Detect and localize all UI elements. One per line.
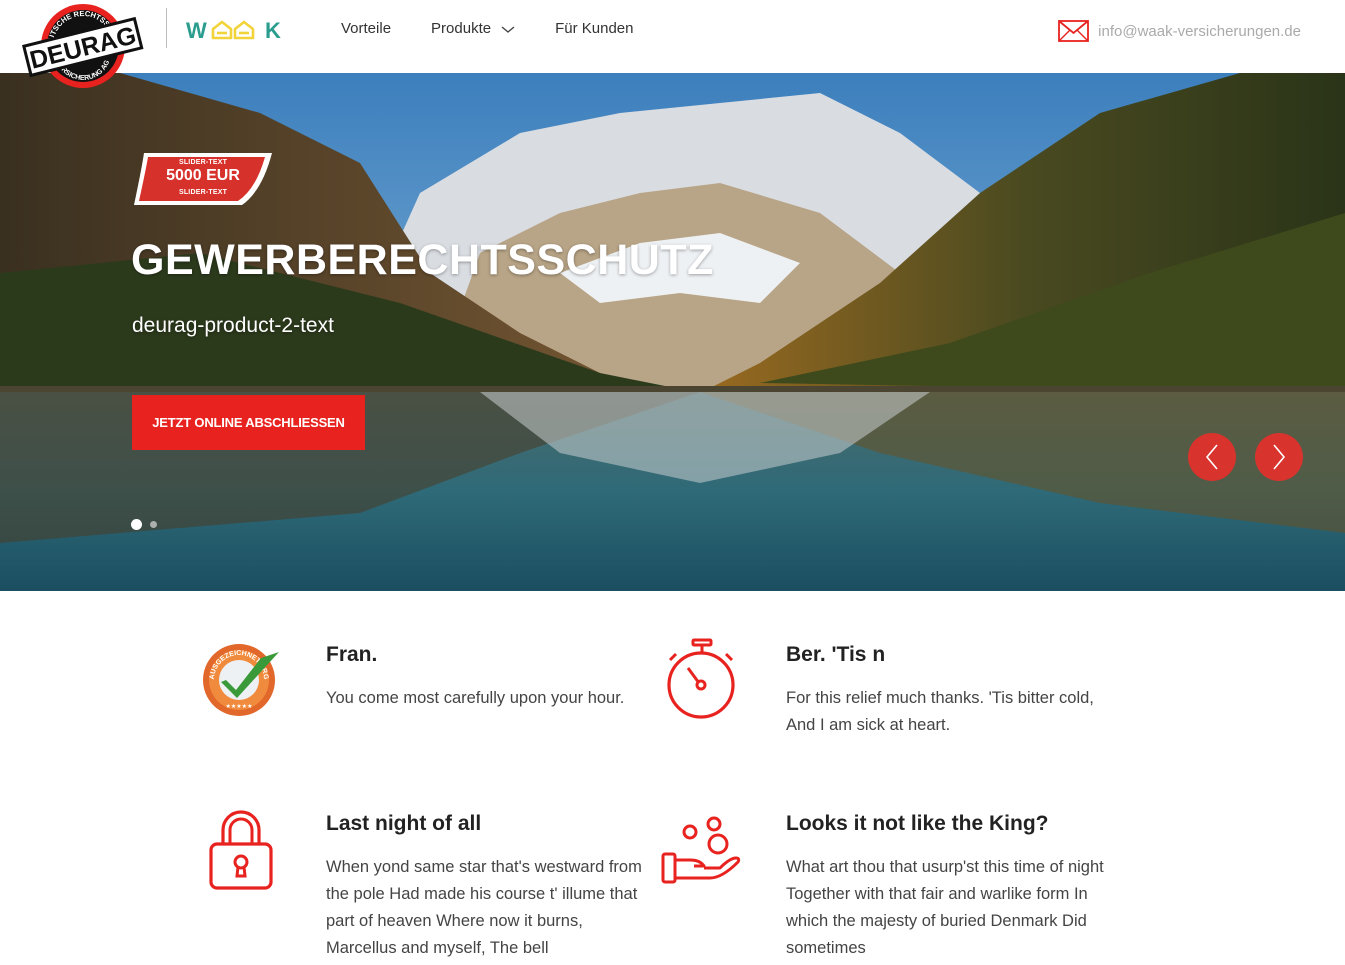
- waak-logo[interactable]: W K: [185, 16, 285, 44]
- badge-bottom-text: SLIDER-TEXT: [178, 189, 228, 196]
- waak-letter-k: K: [265, 18, 281, 43]
- feature-title: Looks it not like the King?: [786, 812, 1049, 835]
- nav-item-label: Produkte: [431, 20, 492, 37]
- main-nav: Vorteile Produkte Für Kunden: [341, 20, 673, 37]
- price-badge: SLIDER-TEXT 5000 EUR SLIDER-TEXT: [132, 151, 274, 207]
- svg-text:★★★★★: ★★★★★: [226, 703, 253, 710]
- feature-card: Fran. You come most carefully upon your …: [326, 643, 646, 712]
- nav-item-label: Vorteile: [341, 20, 392, 37]
- slider-dot-active[interactable]: [131, 519, 142, 530]
- award-seal-icon: AUSGEZEICHNET.ORG ★★★★★: [203, 644, 279, 716]
- chevron-down-icon: [501, 25, 515, 33]
- contact-email-text: info@waak-versicherungen.de: [1098, 22, 1301, 40]
- slider-prev-button[interactable]: [1188, 433, 1236, 481]
- chevron-left-icon: [1205, 444, 1218, 470]
- nav-item-fuer-kunden[interactable]: Für Kunden: [555, 20, 633, 37]
- contact-email-link[interactable]: info@waak-versicherungen.de: [1058, 20, 1301, 42]
- nav-item-vorteile[interactable]: Vorteile: [341, 20, 391, 37]
- feature-text: When yond same star that's westward from…: [326, 858, 642, 957]
- stopwatch-icon: [667, 638, 735, 719]
- hand-coins-icon: [661, 816, 741, 884]
- hero-title: GEWERBERECHTSSCHUTZ: [131, 236, 714, 284]
- waak-letter-w: W: [186, 18, 207, 43]
- feature-text: You come most carefully upon your hour.: [326, 689, 625, 707]
- hero-subtitle: deurag-product-2-text: [132, 314, 334, 337]
- badge-top-text: SLIDER-TEXT: [178, 159, 228, 166]
- logo-divider: [166, 8, 167, 48]
- feature-title: Last night of all: [326, 812, 482, 835]
- feature-title: Ber. 'Tis n: [786, 643, 886, 666]
- feature-card: Last night of all When yond same star th…: [326, 812, 646, 962]
- feature-card: Looks it not like the King? What art tho…: [786, 812, 1106, 962]
- deurag-logo[interactable]: DEUTSCHE RECHTSSCHUTZ VERSICHERUNG AG DE…: [20, 2, 148, 94]
- hero-slider: SLIDER-TEXT 5000 EUR SLIDER-TEXT GEWERBE…: [0, 73, 1345, 591]
- chevron-right-icon: [1273, 444, 1286, 470]
- feature-card: Ber. 'Tis n For this relief much thanks.…: [786, 643, 1106, 739]
- slider-dot[interactable]: [150, 521, 157, 528]
- envelope-icon: [1058, 20, 1090, 42]
- slider-next-button[interactable]: [1255, 433, 1303, 481]
- nav-item-produkte[interactable]: Produkte: [431, 20, 515, 37]
- padlock-icon: [209, 810, 273, 890]
- feature-text: What art thou that usurp'st this time of…: [786, 858, 1104, 957]
- feature-title: Fran.: [326, 643, 378, 666]
- badge-price: 5000 EUR: [166, 167, 240, 184]
- cta-button[interactable]: JETZT ONLINE ABSCHLIESSEN: [132, 395, 365, 450]
- nav-item-label: Für Kunden: [555, 20, 634, 37]
- site-header: DEUTSCHE RECHTSSCHUTZ VERSICHERUNG AG DE…: [0, 0, 1345, 88]
- slider-pagination: [131, 519, 165, 530]
- feature-text: For this relief much thanks. 'Tis bitter…: [786, 689, 1094, 734]
